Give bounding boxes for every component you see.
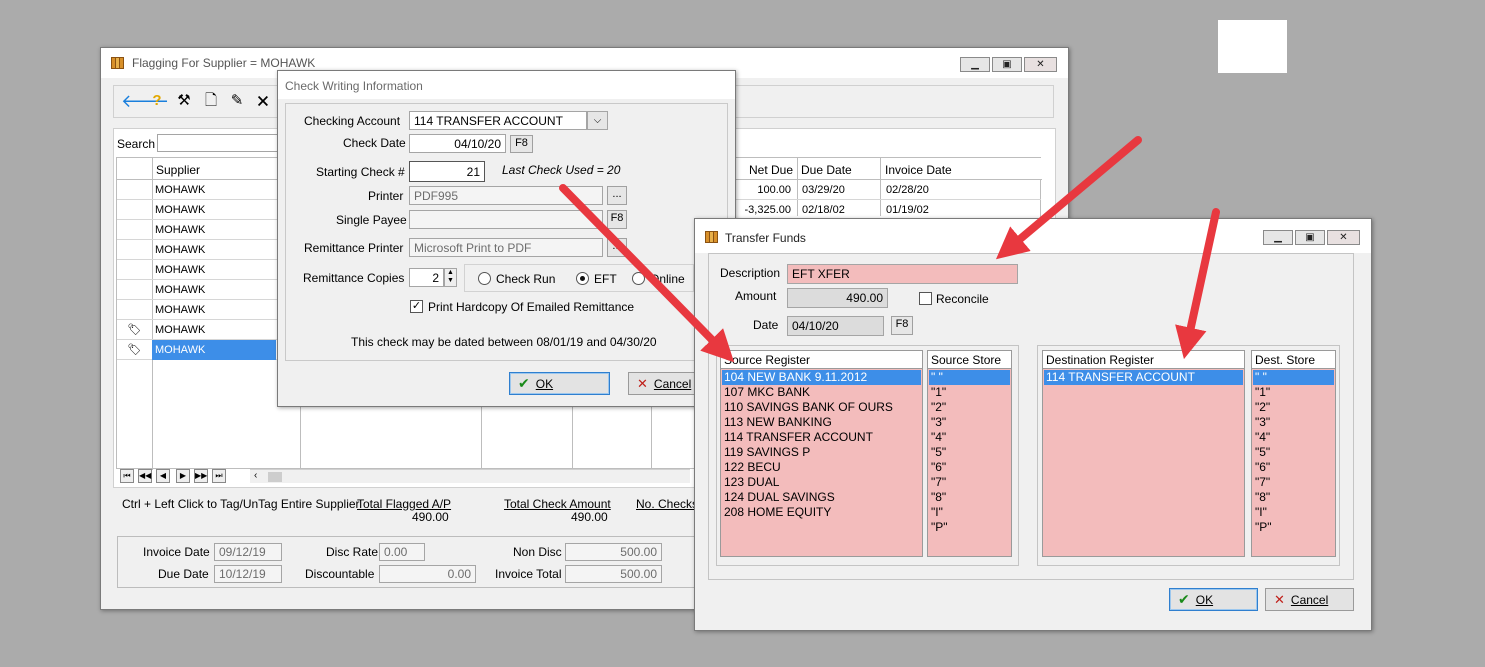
arrow-to-description (995, 136, 1142, 260)
annotation-arrows (559, 136, 1220, 363)
arrow-to-destination-register (1175, 208, 1220, 360)
arrow-to-source-register (559, 184, 735, 363)
